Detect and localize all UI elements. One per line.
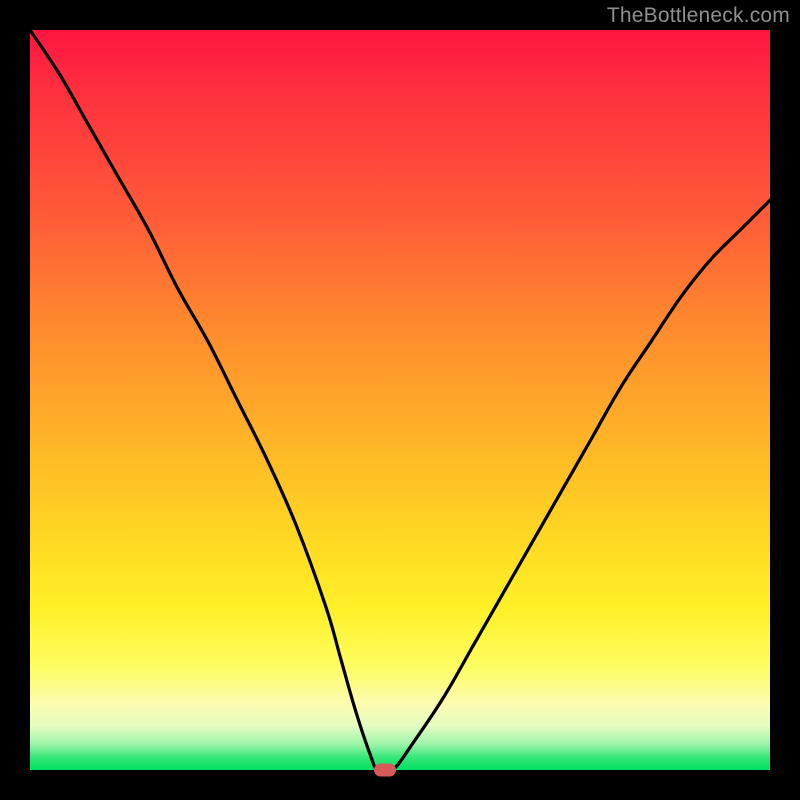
plot-area <box>30 30 770 770</box>
watermark-text: TheBottleneck.com <box>607 4 790 28</box>
chart-frame: TheBottleneck.com <box>0 0 800 800</box>
bottleneck-curve <box>30 30 770 770</box>
minimum-marker <box>374 764 396 777</box>
